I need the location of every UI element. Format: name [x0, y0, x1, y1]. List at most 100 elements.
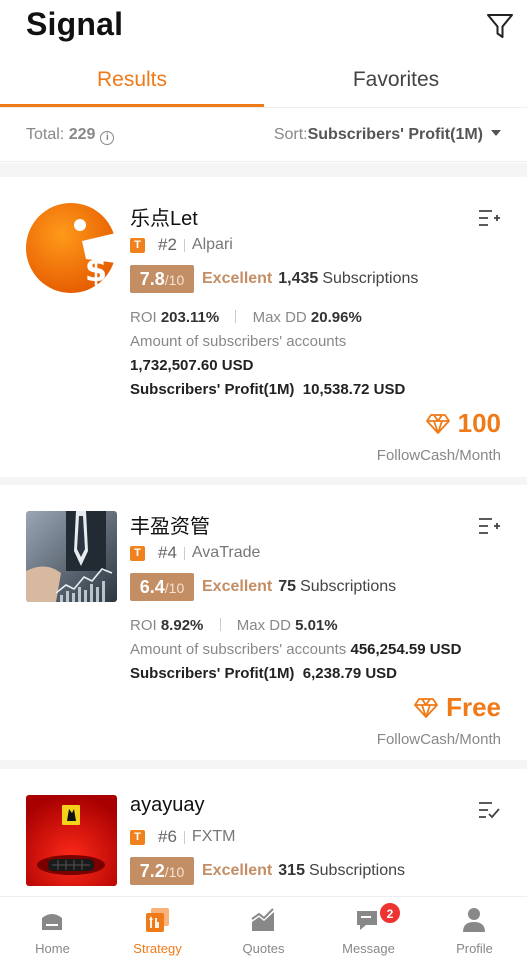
score-value: 6.4	[139, 577, 165, 597]
signal-name[interactable]: 乐点Let	[130, 202, 198, 231]
profit-label: Subscribers' Profit(1M)	[130, 381, 295, 398]
add-to-favorites-icon[interactable]	[478, 515, 500, 537]
rank-row: T #4 AvaTrade	[130, 542, 260, 564]
header: Signal Results Favorites Total: 229 i Sor…	[0, 0, 527, 163]
rating-label: Excellent	[202, 578, 273, 595]
score-badge: 7.2 /10	[130, 857, 194, 885]
score-value: 7.2	[139, 861, 165, 881]
nav-strategy[interactable]: Strategy	[105, 897, 210, 959]
rank: #4	[158, 543, 177, 562]
app-screen: Signal Results Favorites Total: 229 i Sor…	[0, 0, 527, 959]
metrics-row: ROI 8.92% Max DD 5.01%	[130, 617, 338, 634]
nav-message[interactable]: 2 Message	[316, 897, 421, 959]
sort-label: Sort:	[273, 126, 308, 143]
subscriptions-count: 315	[278, 862, 305, 879]
accounts-row: Amount of subscribers' accounts 456,254.…	[130, 641, 461, 658]
maxdd-value: 5.01%	[295, 617, 338, 634]
divider	[0, 161, 527, 162]
score-max: /10	[164, 272, 185, 288]
sort-dropdown[interactable]: Sort:Subscribers' Profit(1M)	[274, 126, 501, 144]
signal-avatar	[26, 511, 117, 602]
nav-home[interactable]: Home	[0, 897, 105, 959]
roi-label: ROI	[130, 617, 157, 634]
profit-value: 10,538.72 USD	[302, 381, 406, 398]
diamond-icon	[425, 413, 450, 434]
diamond-icon	[414, 697, 438, 718]
maxdd-value: 20.96%	[310, 309, 362, 326]
maxdd-label: Max DD	[236, 617, 291, 634]
signal-avatar: $	[26, 203, 117, 294]
tab-bar: Results Favorites	[0, 56, 527, 108]
profit-label: Subscribers' Profit(1M)	[130, 665, 295, 682]
filter-icon[interactable]	[485, 11, 515, 41]
sort-value: Subscribers' Profit(1M)	[307, 126, 483, 143]
subscriptions-label: Subscriptions	[322, 270, 419, 287]
score-row: 7.8 /10 Excellent 1,435 Subscriptions	[130, 265, 418, 293]
total-value: 229	[68, 126, 96, 143]
price-value: Free	[446, 692, 501, 722]
divider	[183, 830, 185, 844]
message-icon	[357, 911, 377, 930]
rating-label: Excellent	[202, 270, 273, 287]
score-row: 7.2 /10 Excellent 315 Subscriptions	[130, 857, 405, 885]
signal-name[interactable]: ayayuay	[130, 794, 205, 817]
nav-label: Message	[342, 941, 395, 956]
info-icon[interactable]: i	[100, 131, 115, 145]
accounts-label: Amount of subscribers' accounts	[130, 333, 347, 350]
subscriptions-label: Subscriptions	[300, 578, 397, 595]
roi-label: ROI	[130, 309, 157, 326]
divider	[183, 546, 185, 560]
tier-badge: T	[130, 829, 145, 845]
signal-name[interactable]: 丰盈资管	[130, 510, 210, 539]
price-unit: FollowCash/Month	[376, 731, 501, 748]
bottom-nav: Home Strategy Quotes 2 Message Profile	[0, 896, 527, 959]
nav-quotes[interactable]: Quotes	[211, 897, 316, 959]
signal-card[interactable]: ayayuay T #6 FXTM 7.2 /10 Excellent 315 …	[0, 769, 527, 896]
nav-label: Home	[35, 941, 70, 956]
broker-name: Alpari	[191, 236, 233, 253]
subscriptions-count: 75	[278, 578, 297, 595]
subscriptions-label: Subscriptions	[308, 862, 406, 879]
score-value: 7.8	[139, 269, 165, 289]
page-title: Signal	[26, 6, 124, 42]
total-label: Total:	[26, 126, 65, 143]
roi-value: 8.92%	[160, 617, 204, 634]
nav-label: Strategy	[133, 941, 182, 956]
profile-icon	[463, 908, 485, 932]
broker-name: FXTM	[191, 828, 236, 845]
subscriptions-count: 1,435	[278, 270, 319, 287]
divider	[235, 310, 237, 323]
accounts-value: 456,254.59 USD	[350, 641, 462, 658]
nav-profile[interactable]: Profile	[422, 897, 527, 959]
total-count: Total: 229 i	[26, 126, 115, 145]
tab-favorites[interactable]: Favorites	[264, 56, 527, 108]
in-favorites-icon[interactable]	[478, 799, 500, 821]
rank: #2	[158, 235, 177, 254]
price: Free	[414, 692, 501, 723]
divider	[219, 618, 221, 631]
price-value: 100	[457, 408, 501, 438]
caret-down-icon	[491, 130, 501, 136]
accounts-label: Amount of subscribers' accounts	[130, 641, 347, 658]
profit-row: Subscribers' Profit(1M) 6,238.79 USD	[130, 665, 397, 682]
rank: #6	[158, 827, 177, 846]
svg-text:$: $	[85, 251, 107, 289]
tier-badge: T	[130, 545, 145, 561]
signal-card[interactable]: 丰盈资管 T #4 AvaTrade 6.4 /10 Excellent 75 …	[0, 485, 527, 760]
score-badge: 7.8 /10	[130, 265, 194, 293]
score-row: 6.4 /10 Excellent 75 Subscriptions	[130, 573, 396, 601]
home-icon	[42, 914, 62, 930]
rating-label: Excellent	[202, 862, 273, 879]
roi-value: 203.11%	[160, 309, 220, 326]
accounts-value: 1,732,507.60 USD	[130, 357, 254, 374]
rank-row: T #6 FXTM	[130, 826, 235, 848]
price-unit: FollowCash/Month	[376, 447, 501, 464]
maxdd-label: Max DD	[252, 309, 307, 326]
tier-badge: T	[130, 237, 145, 253]
signal-card[interactable]: $ 乐点Let T #2 Alpari 7.8 /10 Excellent 1,…	[0, 177, 527, 477]
add-to-favorites-icon[interactable]	[478, 207, 500, 229]
results-summary: Total: 229 i Sort:Subscribers' Profit(1M)	[0, 108, 527, 162]
signal-avatar	[26, 795, 117, 886]
tab-results[interactable]: Results	[0, 56, 264, 108]
price: 100	[425, 408, 501, 439]
